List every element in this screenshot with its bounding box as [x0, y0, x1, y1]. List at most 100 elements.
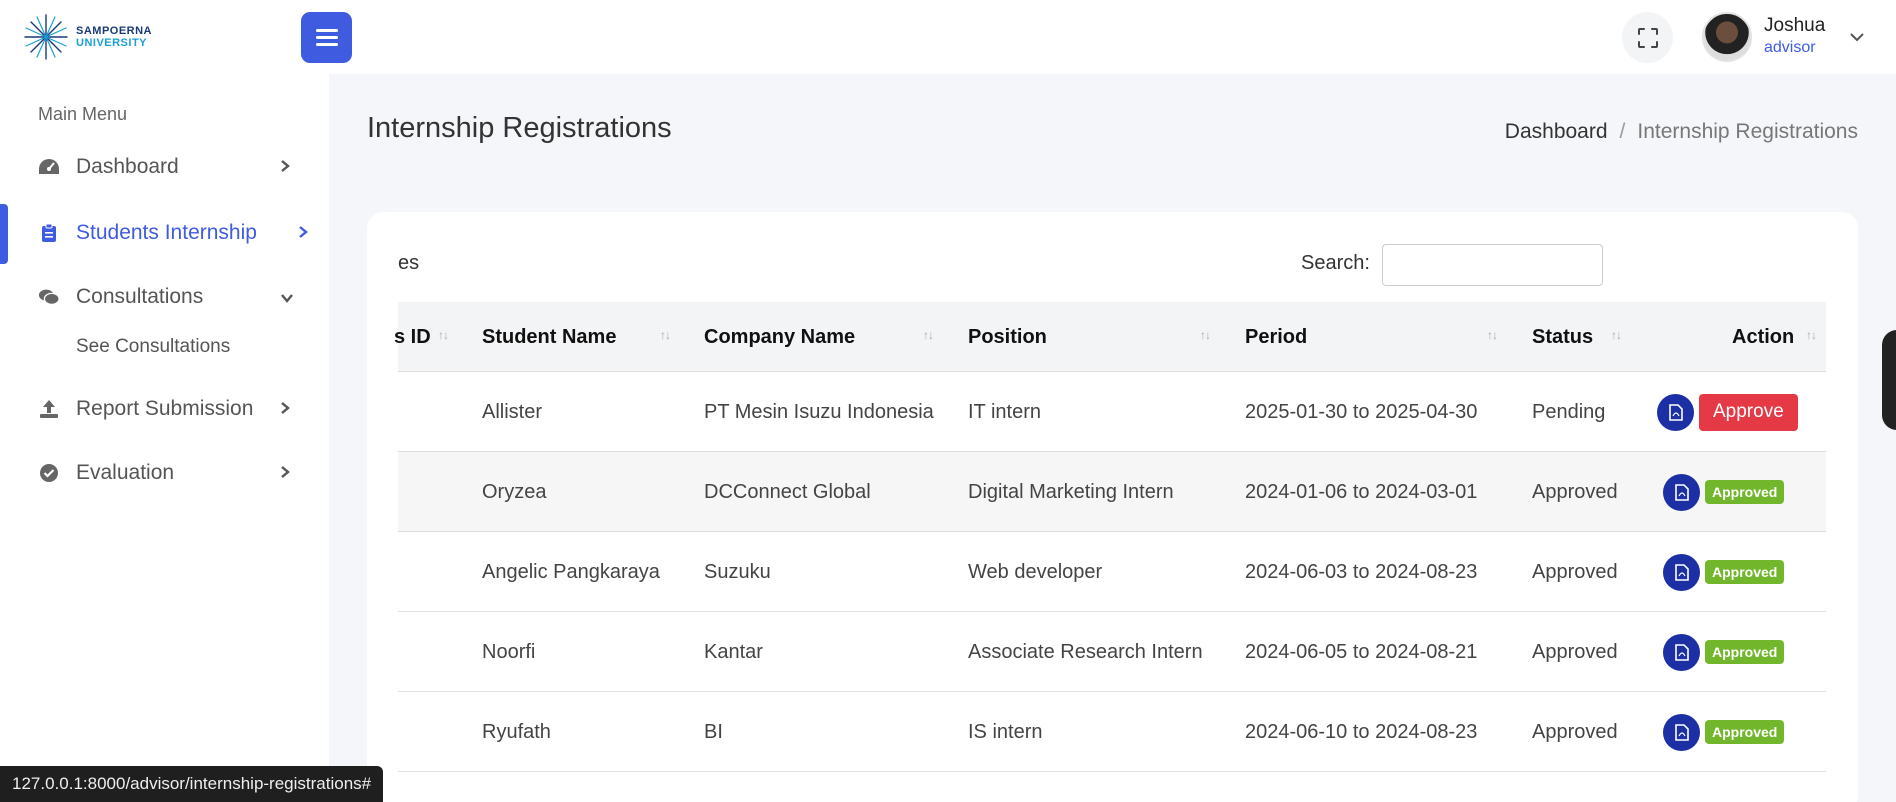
cell-action: Approved — [1663, 452, 1785, 532]
side-panel-handle[interactable] — [1882, 330, 1896, 430]
table-row: Allister PT Mesin Isuzu Indonesia IT int… — [398, 372, 1826, 452]
chevron-right-icon — [298, 221, 308, 245]
cell-status: Approved — [1532, 640, 1618, 663]
sidebar-item-evaluation[interactable]: Evaluation — [0, 451, 329, 495]
cell-period: 2025-01-30 to 2025-04-30 — [1245, 400, 1478, 423]
sidebar-item-dashboard[interactable]: Dashboard — [0, 145, 329, 189]
logo-text-line2: UNIVERSITY — [76, 37, 148, 49]
search-input[interactable] — [1382, 244, 1603, 286]
upload-icon — [38, 398, 60, 420]
column-header-status[interactable]: Status — [1532, 302, 1593, 372]
cell-company-name: BI — [704, 720, 723, 743]
pdf-icon — [1674, 643, 1689, 661]
cell-period: 2024-06-10 to 2024-08-23 — [1245, 720, 1478, 743]
avatar — [1702, 12, 1752, 62]
column-header-student-name[interactable]: Student Name — [482, 302, 616, 372]
page-title: Internship Registrations — [367, 112, 672, 144]
cell-action: Approved — [1663, 612, 1785, 692]
cell-action: Approve — [1657, 372, 1798, 452]
chevron-right-icon — [280, 155, 290, 179]
table-header: s ID ↑↓ Student Name ↑↓ Company Name ↑↓ … — [394, 302, 1826, 372]
search-label: Search: — [1301, 252, 1370, 274]
menu-toggle-button[interactable] — [301, 12, 352, 63]
approved-badge: Approved — [1705, 480, 1785, 504]
sidebar-item-label: Students Internship — [76, 221, 257, 244]
view-pdf-button[interactable] — [1663, 713, 1700, 751]
cell-company-name: Kantar — [704, 640, 763, 663]
view-pdf-button[interactable] — [1663, 553, 1700, 591]
sort-icon: ↑↓ — [1200, 328, 1211, 342]
top-header: SAMPOERNA UNIVERSITY Joshua advisor — [0, 0, 1896, 74]
registrations-card: es Search: s ID ↑↓ Student Name ↑↓ Compa… — [367, 212, 1858, 802]
view-pdf-button[interactable] — [1657, 393, 1694, 431]
sidebar-item-report-submission[interactable]: Report Submission — [0, 387, 329, 431]
approved-badge: Approved — [1705, 720, 1785, 744]
sidebar-item-label: Report Submission — [76, 397, 254, 420]
check-circle-icon — [38, 462, 60, 484]
fullscreen-button[interactable] — [1622, 12, 1673, 63]
cell-status: Pending — [1532, 400, 1606, 423]
sort-icon: ↑↓ — [1487, 328, 1498, 342]
sidebar-item-label: Dashboard — [76, 155, 179, 178]
view-pdf-button[interactable] — [1663, 633, 1700, 671]
user-role: advisor — [1764, 39, 1816, 56]
chevron-down-icon — [1850, 33, 1864, 42]
cell-position: Digital Marketing Intern — [968, 480, 1174, 503]
cell-company-name: DCConnect Global — [704, 480, 871, 503]
breadcrumb-home-link[interactable]: Dashboard — [1505, 120, 1608, 144]
pdf-icon — [1668, 403, 1683, 421]
table-row: Ryufath BI IS intern 2024-06-10 to 2024-… — [398, 692, 1826, 772]
speedometer-icon — [38, 156, 60, 178]
sidebar-item-label: Evaluation — [76, 461, 175, 484]
table-row: Oryzea DCConnect Global Digital Marketin… — [398, 452, 1826, 532]
university-logo[interactable]: SAMPOERNA UNIVERSITY — [22, 12, 152, 62]
pdf-icon — [1674, 483, 1689, 501]
sidebar-subitem-see-consultations[interactable]: See Consultations — [76, 336, 230, 358]
cell-student-name: Angelic Pangkaraya — [482, 560, 660, 583]
chat-icon — [38, 286, 60, 308]
cell-student-name: Noorfi — [482, 640, 536, 663]
logo-text-line1: SAMPOERNA — [76, 25, 153, 37]
cell-student-name: Ryufath — [482, 720, 551, 743]
column-header-company-name[interactable]: Company Name — [704, 302, 855, 372]
approved-badge: Approved — [1705, 560, 1785, 584]
view-pdf-button[interactable] — [1663, 473, 1700, 511]
breadcrumb: Dashboard / Internship Registrations — [1505, 120, 1858, 144]
cell-position: IS intern — [968, 720, 1043, 743]
hamburger-icon — [315, 25, 338, 50]
cell-company-name: PT Mesin Isuzu Indonesia — [704, 400, 934, 423]
table-row: Angelic Pangkaraya Suzuku Web developer … — [398, 532, 1826, 612]
column-header-id[interactable]: s ID — [394, 302, 431, 372]
cell-position: Associate Research Intern — [968, 640, 1203, 663]
column-header-period[interactable]: Period — [1245, 302, 1307, 372]
column-header-position[interactable]: Position — [968, 302, 1047, 372]
cell-action: Approved — [1663, 692, 1785, 772]
user-menu[interactable]: Joshua advisor — [1702, 12, 1865, 62]
breadcrumb-separator: / — [1619, 120, 1626, 143]
sidebar-item-consultations[interactable]: Consultations — [0, 275, 329, 319]
chevron-right-icon — [280, 397, 290, 421]
entries-label: es — [398, 252, 420, 274]
sort-icon: ↑↓ — [1806, 328, 1817, 342]
approved-badge: Approved — [1705, 640, 1785, 664]
sidebar: Main Menu Dashboard Students Internship … — [0, 74, 329, 802]
menu-heading: Main Menu — [38, 104, 128, 124]
fullscreen-icon — [1637, 27, 1658, 48]
cell-status: Approved — [1532, 720, 1618, 743]
cell-position: IT intern — [968, 400, 1041, 423]
approve-button[interactable]: Approve — [1699, 393, 1798, 431]
cell-period: 2024-06-05 to 2024-08-21 — [1245, 640, 1478, 663]
logo-icon — [24, 14, 68, 60]
chevron-right-icon — [280, 461, 290, 485]
link-status-bar: 127.0.0.1:8000/advisor/internship-regist… — [0, 766, 384, 802]
sort-icon: ↑↓ — [438, 328, 449, 342]
pdf-icon — [1674, 563, 1689, 581]
breadcrumb-current: Internship Registrations — [1637, 120, 1858, 143]
column-header-action[interactable]: Action — [1732, 302, 1794, 372]
sort-icon: ↑↓ — [1611, 328, 1622, 342]
cell-period: 2024-06-03 to 2024-08-23 — [1245, 560, 1478, 583]
sidebar-item-label: Consultations — [76, 285, 204, 308]
pdf-icon — [1674, 723, 1689, 741]
sidebar-item-students-internship[interactable]: Students Internship — [0, 211, 329, 255]
sort-icon: ↑↓ — [923, 328, 934, 342]
